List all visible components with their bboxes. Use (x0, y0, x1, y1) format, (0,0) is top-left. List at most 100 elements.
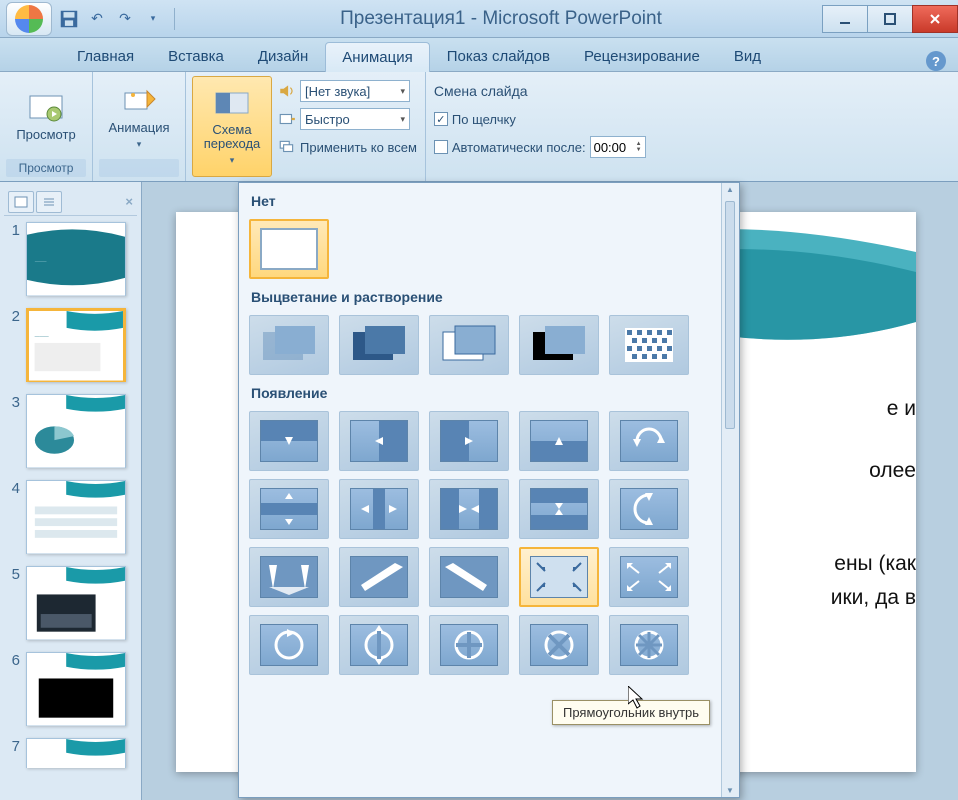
transition-uncover-down[interactable] (249, 547, 329, 607)
thumb-item[interactable]: 3 (4, 388, 137, 474)
undo-icon[interactable]: ↶ (86, 8, 108, 30)
transition-uncover-left[interactable] (339, 547, 419, 607)
transition-wipe-right[interactable] (429, 411, 509, 471)
time-value: 00:00 (594, 140, 627, 155)
save-icon[interactable] (58, 8, 80, 30)
thumb-item[interactable]: 6 (4, 646, 137, 732)
transition-split-h-in[interactable] (519, 479, 599, 539)
thumb-item[interactable]: 7 (4, 732, 137, 774)
transition-wipe-up[interactable] (519, 411, 599, 471)
sound-value: [Нет звука] (305, 84, 370, 99)
transition-shape-diamond[interactable] (609, 479, 689, 539)
transition-scheme-button[interactable]: Схема перехода ▾ (192, 76, 272, 177)
slides-tab[interactable] (8, 191, 34, 213)
transition-split-v-out[interactable] (339, 479, 419, 539)
transition-split-h-out[interactable] (249, 479, 329, 539)
transition-uncover-right[interactable] (429, 547, 509, 607)
outline-tab[interactable] (36, 191, 62, 213)
preview-icon (26, 92, 66, 124)
speed-icon (278, 110, 296, 128)
thumb-number: 2 (6, 308, 20, 325)
auto-after-checkbox[interactable] (434, 140, 448, 154)
chevron-down-icon: ▾ (400, 114, 405, 125)
advance-heading: Смена слайда (434, 83, 528, 99)
sound-combo[interactable]: [Нет звука] ▾ (300, 80, 410, 102)
tab-animation[interactable]: Анимация (325, 42, 429, 72)
thumb-item[interactable]: 4 (4, 474, 137, 560)
apply-all-icon (278, 138, 296, 156)
slide-thumbnail[interactable] (26, 566, 126, 640)
thumb-item[interactable]: 2 ——— (4, 302, 137, 388)
ribbon-tabs: Главная Вставка Дизайн Анимация Показ сл… (0, 38, 958, 72)
on-click-checkbox[interactable]: ✓ (434, 112, 448, 126)
transition-wheel-4[interactable] (519, 615, 599, 675)
slides-panel: × 1 ——— 2 ——— 3 4 5 (0, 182, 142, 800)
transition-wipe-left[interactable] (339, 411, 419, 471)
animation-button[interactable]: Анимация ▾ (99, 76, 179, 159)
slide-thumbnail[interactable] (26, 738, 126, 768)
animation-icon (119, 85, 159, 117)
slide-thumbnail[interactable]: ——— (26, 308, 126, 382)
transition-wheel-3[interactable] (429, 615, 509, 675)
redo-icon[interactable]: ↷ (114, 8, 136, 30)
tab-view[interactable]: Вид (717, 41, 778, 71)
transition-wheel-8[interactable] (609, 615, 689, 675)
transition-fade-4[interactable] (519, 315, 599, 375)
apply-all-button[interactable]: Применить ко всем (300, 140, 417, 155)
transition-shape-circle[interactable] (609, 411, 689, 471)
tab-insert[interactable]: Вставка (151, 41, 241, 71)
transition-dissolve[interactable] (609, 315, 689, 375)
thumb-number: 5 (6, 566, 20, 583)
tab-home[interactable]: Главная (60, 41, 151, 71)
help-button[interactable]: ? (926, 51, 946, 71)
on-click-label: По щелчку (452, 112, 516, 127)
transition-split-v-in[interactable] (429, 479, 509, 539)
transition-fade-2[interactable] (339, 315, 419, 375)
slide-thumbnail[interactable] (26, 480, 126, 554)
transition-fade-3[interactable] (429, 315, 509, 375)
speed-value: Быстро (305, 112, 350, 127)
transition-wipe-down[interactable] (249, 411, 329, 471)
spin-buttons[interactable]: ▲▼ (636, 141, 642, 153)
maximize-button[interactable] (867, 5, 913, 33)
tab-review[interactable]: Рецензирование (567, 41, 717, 71)
transition-options-col: [Нет звука] ▾ Быстро ▾ (276, 76, 419, 177)
qat-customize-icon[interactable]: ▾ (142, 8, 164, 30)
auto-after-time[interactable]: 00:00 ▲▼ (590, 136, 646, 158)
close-button[interactable] (912, 5, 958, 33)
slide-thumbnail[interactable] (26, 394, 126, 468)
panel-close-button[interactable]: × (125, 194, 133, 209)
tab-slideshow[interactable]: Показ слайдов (430, 41, 567, 71)
ribbon-group-advance: Смена слайда ✓ По щелчку Автоматически п… (425, 72, 958, 181)
transition-box-in[interactable] (519, 547, 599, 607)
thumb-item[interactable]: 1 ——— (4, 216, 137, 302)
gallery-section-fade: Выцветание и растворение (243, 283, 717, 311)
group-label-preview: Просмотр (6, 159, 86, 177)
tooltip: Прямоугольник внутрь (552, 700, 710, 725)
window-title: Презентация1 - Microsoft PowerPoint (179, 8, 823, 30)
transition-box-out[interactable] (609, 547, 689, 607)
gallery-scrollbar[interactable]: ▲ ▼ (721, 183, 739, 797)
panel-tabs: × (4, 188, 137, 216)
ribbon-group-transition: Схема перехода ▾ [Нет звука] ▾ (186, 72, 425, 181)
office-button[interactable] (6, 2, 52, 36)
thumb-item[interactable]: 5 (4, 560, 137, 646)
group-label-animation (99, 159, 179, 177)
speed-combo[interactable]: Быстро ▾ (300, 108, 410, 130)
tab-design[interactable]: Дизайн (241, 41, 325, 71)
svg-text:———: ——— (35, 333, 49, 338)
slide-thumbnail[interactable] (26, 652, 126, 726)
chevron-down-icon: ▾ (230, 155, 235, 166)
transition-none[interactable] (249, 219, 329, 279)
transition-fade-1[interactable] (249, 315, 329, 375)
ribbon: Просмотр Просмотр Анимация ▾ Схема перех… (0, 72, 958, 182)
thumb-number: 6 (6, 652, 20, 669)
transition-wheel-2[interactable] (339, 615, 419, 675)
scrollbar-thumb[interactable] (725, 201, 735, 429)
slide-thumbnail[interactable]: ——— (26, 222, 126, 296)
transition-wheel-1[interactable] (249, 615, 329, 675)
preview-button[interactable]: Просмотр (6, 76, 86, 159)
minimize-button[interactable] (822, 5, 868, 33)
quick-access-toolbar: ↶ ↷ ▾ (58, 8, 179, 30)
window-controls (823, 5, 958, 33)
